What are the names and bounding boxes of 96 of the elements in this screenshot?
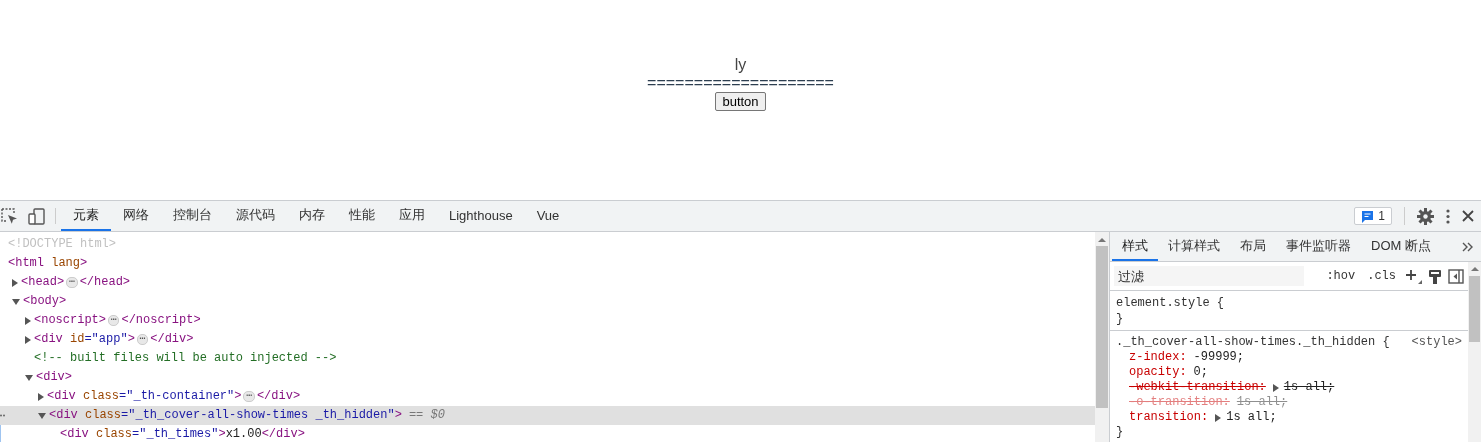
tag-text: </div> bbox=[150, 331, 194, 348]
panel-tab[interactable]: 控制台 bbox=[161, 201, 224, 231]
panel-tab[interactable]: 元素 bbox=[61, 201, 111, 231]
attribute-name: class bbox=[95, 426, 133, 442]
scrollbar[interactable] bbox=[1095, 232, 1109, 442]
collapse-arrow-icon[interactable] bbox=[25, 374, 33, 381]
ellipsis-button[interactable]: ⋯ bbox=[66, 277, 78, 288]
double-chevron-icon[interactable] bbox=[1462, 241, 1473, 252]
styles-tab[interactable]: 事件监听器 bbox=[1276, 232, 1361, 261]
collapse-arrow-icon[interactable] bbox=[38, 412, 46, 419]
tag-text: > bbox=[127, 331, 135, 348]
tag-text: </head> bbox=[79, 274, 131, 291]
css-value: 0; bbox=[1193, 365, 1208, 380]
attribute-name: lang bbox=[50, 255, 81, 272]
expand-arrow-icon[interactable] bbox=[1272, 383, 1279, 392]
expand-arrow-icon[interactable] bbox=[25, 335, 31, 344]
styles-tab[interactable]: DOM 断点 bbox=[1361, 232, 1441, 261]
closing-brace: } bbox=[1116, 311, 1124, 327]
node-text-content: x1.00 bbox=[225, 426, 262, 442]
ellipsis-button[interactable]: ⋯ bbox=[108, 315, 120, 326]
tag-text: <html bbox=[8, 255, 44, 272]
tag-text: <noscript> bbox=[34, 312, 106, 329]
inspect-icon[interactable] bbox=[1, 207, 18, 225]
css-selector: element.style { bbox=[1116, 295, 1225, 311]
tag-text: </div> bbox=[261, 426, 305, 442]
message-icon bbox=[1361, 209, 1375, 223]
styles-tab[interactable]: 样式 bbox=[1112, 232, 1158, 261]
collapse-arrow-icon[interactable] bbox=[12, 298, 20, 305]
toggle-button[interactable]: .cls bbox=[1364, 269, 1399, 283]
tag-text: </noscript> bbox=[121, 312, 201, 329]
add-rule-icon[interactable] bbox=[1405, 268, 1422, 284]
tag-text: <body> bbox=[23, 293, 67, 310]
scroll-up-icon[interactable] bbox=[1098, 237, 1106, 242]
tag-text: <div bbox=[34, 331, 63, 348]
expand-arrow-icon[interactable] bbox=[1215, 413, 1222, 422]
panel-tab[interactable]: Lighthouse bbox=[437, 201, 525, 231]
attribute-name: class bbox=[84, 407, 122, 424]
doctype-text: <!DOCTYPE html> bbox=[8, 236, 117, 253]
tag-text: </div> bbox=[256, 388, 301, 405]
panel-tab[interactable]: 源代码 bbox=[224, 201, 287, 231]
page-button[interactable]: button bbox=[715, 92, 766, 111]
tag-text: > bbox=[218, 426, 226, 442]
close-icon[interactable] bbox=[1462, 210, 1474, 222]
sidebar-toggle-icon[interactable] bbox=[1448, 268, 1464, 284]
panel-tab[interactable]: Vue bbox=[524, 201, 572, 231]
ellipsis-button[interactable]: ⋯ bbox=[243, 391, 255, 402]
separator-text: ==================== bbox=[647, 74, 834, 91]
panel-tab[interactable]: 性能 bbox=[337, 201, 387, 231]
expand-arrow-icon[interactable] bbox=[38, 392, 44, 401]
tag-text: <div> bbox=[36, 369, 72, 386]
tag-text: > bbox=[394, 407, 402, 424]
filter-field[interactable]: 过滤 bbox=[1114, 266, 1304, 286]
css-value: 1s all; bbox=[1226, 410, 1277, 425]
tag-text: <head> bbox=[21, 274, 65, 291]
css-property: opacity: bbox=[1129, 365, 1187, 380]
styles-tab[interactable]: 计算样式 bbox=[1158, 232, 1230, 261]
expand-arrow-icon[interactable] bbox=[12, 278, 18, 287]
issues-button[interactable]: 1 bbox=[1354, 207, 1392, 225]
ellipsis-button[interactable]: ⋯ bbox=[136, 334, 149, 345]
tag-text: > bbox=[80, 255, 88, 272]
css-property: -o-transition: bbox=[1129, 395, 1230, 410]
toggle-button[interactable]: :hov bbox=[1323, 269, 1359, 283]
settings-icon[interactable] bbox=[1417, 207, 1434, 225]
css-property: -webkit-transition: bbox=[1129, 380, 1266, 395]
attribute-value: ="app" bbox=[84, 331, 128, 348]
page-title: ly bbox=[734, 55, 747, 74]
device-toolbar-icon[interactable] bbox=[28, 207, 45, 225]
css-property: z-index: bbox=[1129, 350, 1187, 365]
attribute-name: id bbox=[69, 331, 85, 348]
panel-tab[interactable]: 内存 bbox=[287, 201, 337, 231]
panel-tab[interactable]: 应用 bbox=[387, 201, 437, 231]
more-options-icon[interactable] bbox=[1446, 208, 1450, 224]
tag-text: <div bbox=[60, 426, 89, 442]
comment-text: <!-- built files will be auto injected --> bbox=[34, 350, 337, 367]
css-value: 1s all; bbox=[1236, 395, 1288, 410]
paint-icon[interactable] bbox=[1428, 268, 1442, 284]
css-value: 1s all; bbox=[1283, 380, 1335, 395]
css-property: transition: bbox=[1129, 410, 1209, 425]
expand-arrow-icon[interactable] bbox=[25, 316, 31, 325]
attribute-value: ="_th-container" bbox=[119, 388, 235, 405]
closing-brace: } bbox=[1116, 425, 1124, 440]
styles-tab[interactable]: 布局 bbox=[1230, 232, 1276, 261]
tag-text: <div bbox=[47, 388, 76, 405]
tag-text: <div bbox=[49, 407, 78, 424]
css-value: -99999; bbox=[1193, 350, 1245, 365]
attribute-name: class bbox=[82, 388, 120, 405]
scroll-up-icon[interactable] bbox=[1470, 266, 1479, 271]
selected-node-marker: == $0 bbox=[408, 407, 445, 424]
tag-text: > bbox=[234, 388, 242, 405]
attribute-value: ="_th_cover-all-show-times _th_hidden" bbox=[121, 407, 395, 424]
panel-tab[interactable]: 网络 bbox=[111, 201, 161, 231]
more-dots-icon[interactable] bbox=[0, 414, 5, 417]
attribute-value: ="_th_times" bbox=[132, 426, 219, 442]
css-selector: ._th_cover-all-show-times._th_hidden { bbox=[1116, 335, 1390, 350]
scrollbar[interactable] bbox=[1468, 262, 1481, 442]
source-link[interactable]: <style> bbox=[1411, 335, 1462, 350]
